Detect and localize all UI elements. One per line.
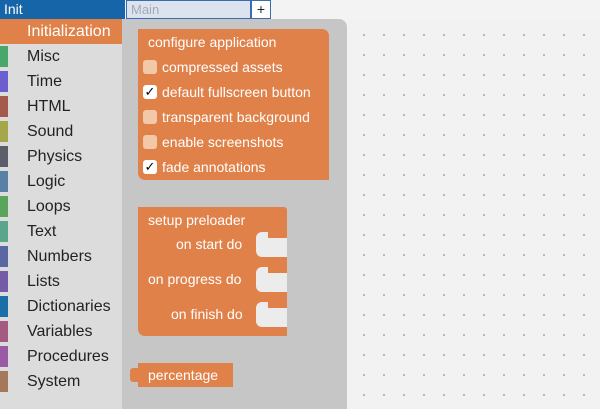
- category-label: Text: [27, 223, 57, 240]
- category-color-swatch: [0, 221, 8, 242]
- category-color-swatch: [0, 121, 8, 142]
- category-dictionaries[interactable]: Dictionaries: [0, 294, 122, 319]
- option-label: transparent background: [162, 109, 310, 125]
- category-color-swatch: [0, 271, 8, 292]
- category-color-swatch: [0, 46, 8, 67]
- category-color-swatch: [0, 146, 8, 167]
- category-label: Logic: [27, 173, 66, 190]
- option-label: compressed assets: [162, 59, 283, 75]
- category-color-swatch: [0, 96, 8, 117]
- category-color-swatch: [0, 371, 8, 392]
- option-label: enable screenshots: [162, 134, 284, 150]
- category-color-swatch: [0, 21, 8, 42]
- category-time[interactable]: Time: [0, 69, 122, 94]
- category-label: Loops: [27, 198, 71, 215]
- category-label: Variables: [27, 323, 93, 340]
- new-screen-input[interactable]: [126, 0, 251, 19]
- add-screen-button[interactable]: +: [251, 0, 271, 19]
- category-color-swatch: [0, 71, 8, 92]
- category-color-swatch: [0, 171, 8, 192]
- category-html[interactable]: HTML: [0, 94, 122, 119]
- checkbox-fade-annotations[interactable]: ✓: [143, 160, 157, 174]
- category-sound[interactable]: Sound: [0, 119, 122, 144]
- category-label: Dictionaries: [27, 298, 111, 315]
- category-color-swatch: [0, 246, 8, 267]
- checkbox-compressed-assets[interactable]: [143, 60, 157, 74]
- category-label: Physics: [27, 148, 83, 165]
- category-color-swatch: [0, 321, 8, 342]
- category-initialization[interactable]: Initialization: [0, 19, 122, 44]
- top-bar: Init +: [0, 0, 600, 19]
- category-system[interactable]: System: [0, 369, 122, 394]
- option-label: fade annotations: [162, 159, 266, 175]
- category-label: HTML: [27, 98, 71, 115]
- option-row: ✓ fade annotations: [143, 157, 266, 177]
- option-row: transparent background: [143, 107, 310, 127]
- category-label: Misc: [27, 48, 60, 65]
- slot-notch: [268, 302, 287, 308]
- block-title: configure application: [148, 34, 277, 50]
- block-label: percentage: [148, 367, 219, 383]
- screen-tab-init[interactable]: Init: [0, 0, 125, 19]
- on-start-label: on start do: [176, 236, 243, 252]
- category-label: Procedures: [27, 348, 109, 365]
- category-variables[interactable]: Variables: [0, 319, 122, 344]
- checkbox-default-fullscreen-button[interactable]: ✓: [143, 85, 157, 99]
- category-color-swatch: [0, 296, 8, 317]
- category-misc[interactable]: Misc: [0, 44, 122, 69]
- category-lists[interactable]: Lists: [0, 269, 122, 294]
- option-row: ✓ default fullscreen button: [143, 82, 311, 102]
- category-numbers[interactable]: Numbers: [0, 244, 122, 269]
- option-row: compressed assets: [143, 57, 283, 77]
- slot-notch: [268, 267, 287, 273]
- category-label: Numbers: [27, 248, 92, 265]
- category-loops[interactable]: Loops: [0, 194, 122, 219]
- category-label: Sound: [27, 123, 74, 140]
- category-sidebar: Initialization Misc Time HTML Sound Physics Lo…: [0, 19, 122, 409]
- block-title: setup preloader: [148, 212, 246, 228]
- on-progress-label: on progress do: [148, 271, 242, 287]
- category-label: System: [27, 373, 81, 390]
- on-finish-label: on finish do: [171, 306, 243, 322]
- category-text[interactable]: Text: [0, 219, 122, 244]
- percentage-block[interactable]: percentage: [138, 363, 233, 387]
- option-label: default fullscreen button: [162, 84, 311, 100]
- category-label: Time: [27, 73, 62, 90]
- checkbox-transparent-background[interactable]: [143, 110, 157, 124]
- category-label: Initialization: [27, 23, 111, 40]
- category-logic[interactable]: Logic: [0, 169, 122, 194]
- configure-application-block[interactable]: configure application compressed assets …: [138, 29, 329, 180]
- setup-preloader-block[interactable]: setup preloader on start do on progress …: [138, 207, 287, 336]
- category-color-swatch: [0, 196, 8, 217]
- category-physics[interactable]: Physics: [0, 144, 122, 169]
- slot-notch: [268, 232, 287, 238]
- option-row: enable screenshots: [143, 132, 283, 152]
- category-label: Lists: [27, 273, 60, 290]
- category-procedures[interactable]: Procedures: [0, 344, 122, 369]
- category-color-swatch: [0, 346, 8, 367]
- checkbox-enable-screenshots[interactable]: [143, 135, 157, 149]
